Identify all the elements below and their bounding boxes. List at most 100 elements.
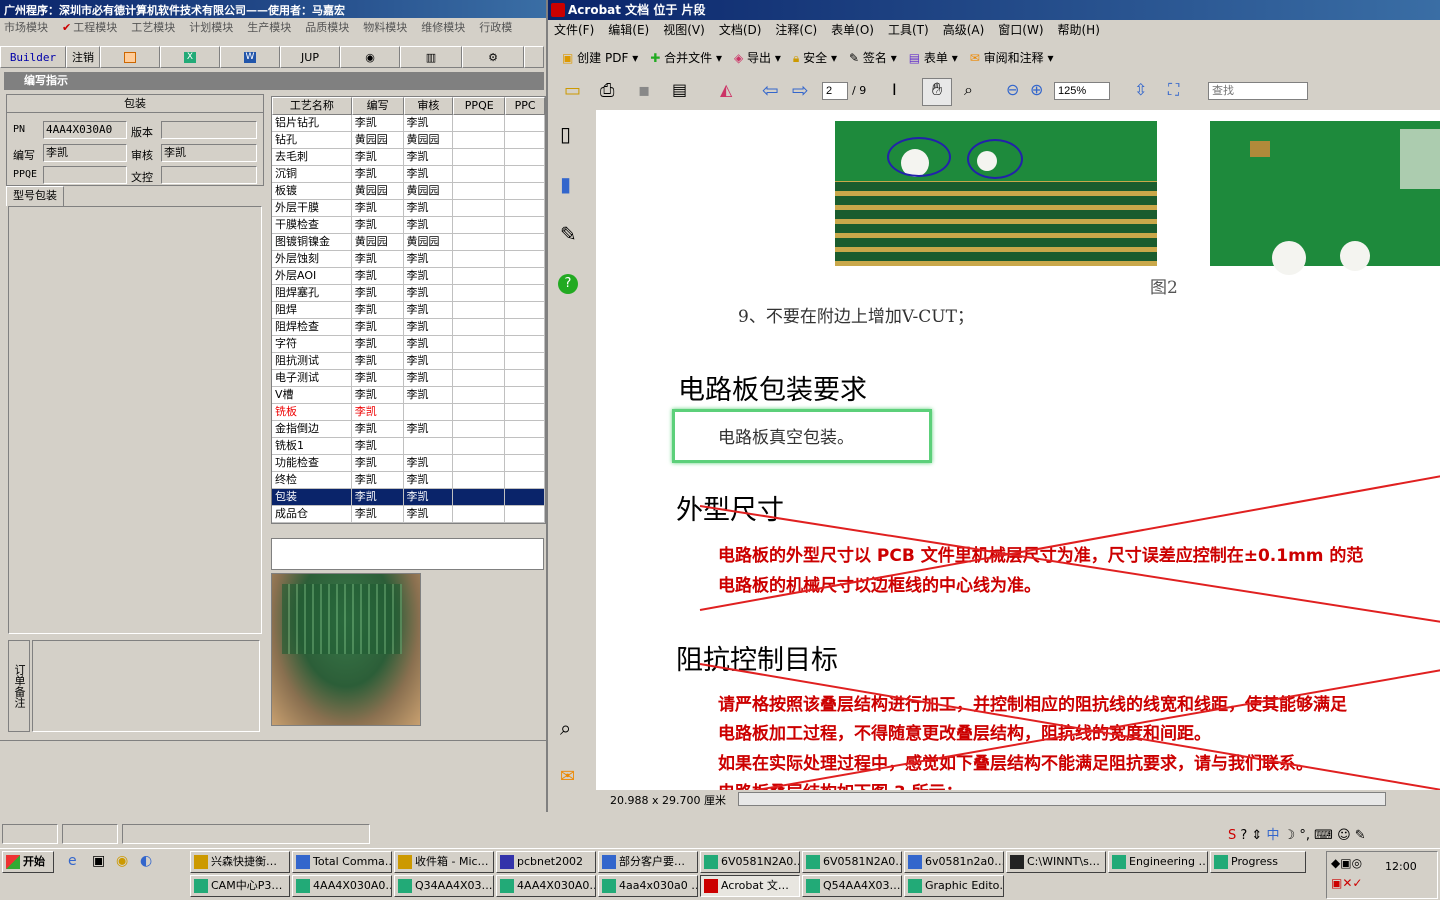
table-cell[interactable]: 黄园园 [404, 234, 454, 250]
version-field[interactable] [161, 121, 257, 139]
table-cell[interactable]: 李凯 [404, 455, 454, 471]
table-cell[interactable]: 阻焊塞孔 [272, 285, 352, 301]
table-cell[interactable]: 李凯 [352, 251, 404, 267]
table-cell[interactable] [505, 251, 545, 267]
taskbar-button[interactable]: pcbnet2002 [496, 851, 596, 873]
table-cell[interactable] [505, 285, 545, 301]
tray-icons-2[interactable]: ▣✕✓ [1331, 876, 1362, 890]
table-cell[interactable] [505, 370, 545, 386]
menu-file[interactable]: 文件(F) [554, 20, 594, 40]
tray-icons[interactable]: ◆▣◎ [1331, 856, 1362, 870]
table-cell[interactable] [505, 353, 545, 369]
table-cell[interactable] [505, 115, 545, 131]
table-cell[interactable] [505, 421, 545, 437]
security-button[interactable]: 🔒︎ 安全 ▾ [793, 49, 837, 66]
table-cell[interactable]: 阻焊检查 [272, 319, 352, 335]
table-cell[interactable]: 李凯 [404, 370, 454, 386]
table-cell[interactable] [505, 183, 545, 199]
col-process[interactable]: 工艺名称 [272, 97, 352, 115]
table-cell[interactable]: 字符 [272, 336, 352, 352]
table-cell[interactable]: 终检 [272, 472, 352, 488]
table-cell[interactable]: 李凯 [404, 268, 454, 284]
menu-help[interactable]: 帮助(H) [1058, 20, 1100, 40]
grid-note-field[interactable] [271, 538, 544, 570]
table-cell[interactable]: 功能检查 [272, 455, 352, 471]
table-cell[interactable]: 图镀铜镍金 [272, 234, 352, 250]
quicklaunch-icon[interactable]: ◉ [116, 853, 128, 869]
taskbar-button[interactable]: Engineering … [1108, 851, 1208, 873]
media-icon[interactable]: ◐ [140, 853, 152, 869]
table-row[interactable]: 金指倒边 李凯 李凯 [272, 421, 545, 438]
taskbar-button[interactable]: C:\WINNT\s… [1006, 851, 1106, 873]
create-pdf-button[interactable]: ▣ 创建 PDF ▾ [562, 49, 638, 66]
tab-model-packaging[interactable]: 型号包装 [6, 186, 64, 206]
table-row[interactable]: 功能检查 李凯 李凯 [272, 455, 545, 472]
previous-page-icon[interactable]: ⇦ [762, 78, 779, 102]
table-row[interactable]: 包装 李凯 李凯 [272, 489, 545, 506]
table-cell[interactable] [505, 506, 545, 522]
table-row[interactable]: 钻孔 黄园园 黄园园 [272, 132, 545, 149]
table-cell[interactable] [453, 200, 506, 216]
process-grid[interactable]: 工艺名称 编写 审核 PPQE PPC 铝片钻孔 李凯 李凯 钻孔 黄园园 黄园园 去毛刺李… [271, 96, 546, 524]
table-cell[interactable]: 李凯 [352, 115, 404, 131]
table-cell[interactable] [453, 455, 506, 471]
table-cell[interactable]: 李凯 [404, 251, 454, 267]
horizontal-scrollbar[interactable] [738, 792, 1386, 806]
table-row[interactable]: 成品仓 李凯 李凯 [272, 506, 545, 523]
table-row[interactable]: 铝片钻孔 李凯 李凯 [272, 115, 545, 132]
pdf-page[interactable]: 图2 9、不要在附边上增加V-CUT； 电路板包装要求 电路板真空包装。 外型尺… [596, 110, 1440, 790]
table-row[interactable]: 图镀铜镍金 黄园园 黄园园 [272, 234, 545, 251]
table-cell[interactable]: 成品仓 [272, 506, 352, 522]
writer-field[interactable]: 李凯 [43, 144, 127, 162]
menu-process[interactable]: 工艺模块 [131, 18, 175, 38]
table-cell[interactable]: 李凯 [352, 472, 404, 488]
table-cell[interactable]: 外层AOI [272, 268, 352, 284]
zoom-out-icon[interactable]: ⊖ [1006, 80, 1019, 99]
table-cell[interactable]: 铣板 [272, 404, 352, 420]
table-row[interactable]: 外层蚀刻 李凯 李凯 [272, 251, 545, 268]
table-cell[interactable]: 李凯 [352, 506, 404, 522]
menu-production[interactable]: 生产模块 [247, 18, 291, 38]
taskbar-button[interactable]: 6V0581N2A0… [700, 851, 800, 873]
table-cell[interactable] [453, 421, 506, 437]
table-cell[interactable] [453, 183, 506, 199]
table-cell[interactable]: 李凯 [352, 166, 404, 182]
taskbar-button[interactable]: Total Comma… [292, 851, 392, 873]
taskbar-button[interactable]: 4aa4x030a0 … [598, 875, 698, 897]
export-button[interactable]: ◈ 导出 ▾ [734, 49, 781, 66]
table-row[interactable]: 终检 李凯 李凯 [272, 472, 545, 489]
table-cell[interactable] [505, 200, 545, 216]
table-row[interactable]: 板镀 黄园园 黄园园 [272, 183, 545, 200]
table-cell[interactable] [453, 489, 506, 505]
start-button[interactable]: 开始 [2, 851, 54, 873]
table-cell[interactable]: 李凯 [352, 370, 404, 386]
menu-forms[interactable]: 表单(O) [831, 20, 874, 40]
zoom-level-input[interactable] [1054, 82, 1110, 100]
search-input[interactable] [1208, 82, 1308, 100]
review-comment-button[interactable]: ✉ 审阅和注释 ▾ [970, 49, 1054, 66]
taskbar-button[interactable]: CAM中心P3… [190, 875, 290, 897]
table-cell[interactable]: 李凯 [352, 353, 404, 369]
menu-tools[interactable]: 工具(T) [888, 20, 929, 40]
table-cell[interactable]: 李凯 [404, 319, 454, 335]
table-cell[interactable] [505, 217, 545, 233]
table-cell[interactable]: 干膜检查 [272, 217, 352, 233]
table-cell[interactable] [453, 166, 506, 182]
tools-icon[interactable]: ⚙ [462, 46, 524, 68]
menu-engineering[interactable]: 工程模块 [73, 18, 117, 38]
hand-tool-icon[interactable]: ✋︎ [922, 78, 952, 106]
table-cell[interactable] [453, 336, 506, 352]
table-cell[interactable]: 李凯 [352, 285, 404, 301]
help-icon[interactable]: ? [558, 274, 578, 294]
menu-admin[interactable]: 行政模 [479, 18, 512, 38]
taskbar-button[interactable]: Graphic Edito… [904, 875, 1004, 897]
col-reviewer[interactable]: 审核 [403, 97, 454, 115]
table-row[interactable]: 阻焊检查 李凯 李凯 [272, 319, 545, 336]
ppt-icon[interactable] [100, 46, 160, 68]
menu-document[interactable]: 文档(D) [719, 20, 762, 40]
table-cell[interactable]: 李凯 [352, 455, 404, 471]
save-icon[interactable]: ▪ [638, 80, 650, 101]
table-cell[interactable]: 李凯 [404, 302, 454, 318]
next-page-icon[interactable]: ⇨ [792, 78, 809, 102]
table-cell[interactable] [505, 268, 545, 284]
